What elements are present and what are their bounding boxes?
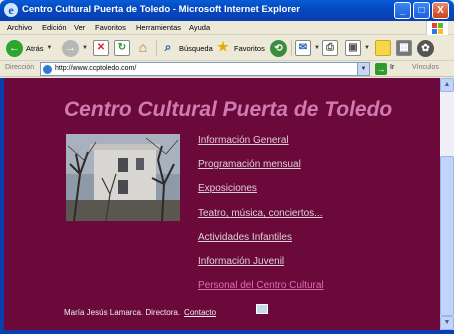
print-button[interactable]: ⎙: [322, 38, 338, 58]
menu-ver[interactable]: Ver: [74, 23, 85, 32]
search-label: Búsqueda: [179, 43, 213, 53]
vertical-scrollbar[interactable]: ▲ ▼: [440, 78, 454, 330]
stop-icon: ✕: [93, 40, 109, 56]
forward-button[interactable]: → ▼: [62, 38, 88, 58]
chevron-down-icon: ▼: [82, 45, 88, 51]
refresh-button[interactable]: ↻: [114, 38, 130, 58]
scroll-thumb[interactable]: [440, 156, 454, 316]
back-button[interactable]: ← Atrás ▼: [6, 38, 52, 58]
edit-button[interactable]: ▣ ▼: [345, 38, 370, 58]
home-button[interactable]: ⌂: [135, 38, 151, 58]
search-button[interactable]: ⌕ Búsqueda: [160, 38, 213, 58]
go-arrow-icon[interactable]: →: [375, 63, 387, 75]
maximize-button[interactable]: □: [413, 2, 430, 19]
menu-favoritos[interactable]: Favoritos: [95, 23, 126, 32]
windows-flag-icon: [426, 21, 448, 35]
mail-button[interactable]: ✉ ▼: [295, 38, 320, 58]
messenger-button[interactable]: ✿: [417, 38, 434, 58]
discuss-button[interactable]: [375, 38, 391, 58]
window-title: Centro Cultural Puerta de Toledo - Micro…: [22, 4, 300, 15]
history-icon: ⟲: [270, 39, 287, 57]
scroll-up-button[interactable]: ▲: [440, 78, 454, 92]
menu-herramientas[interactable]: Herramientas: [136, 23, 181, 32]
minimize-button[interactable]: _: [394, 2, 411, 19]
chevron-down-icon: ▼: [46, 45, 53, 51]
refresh-icon: ↻: [114, 40, 130, 56]
menu-ayuda[interactable]: Ayuda: [189, 23, 210, 32]
messenger-icon: ✿: [417, 39, 434, 57]
star-icon: ★: [217, 39, 229, 54]
forward-arrow-icon: →: [62, 39, 79, 57]
close-button[interactable]: X: [432, 2, 449, 19]
nav-actividades-infantiles[interactable]: Actividades Infantiles: [198, 232, 292, 243]
mail-icon[interactable]: [256, 304, 268, 314]
research-button[interactable]: ▦: [396, 38, 412, 58]
nav-exposiciones[interactable]: Exposiciones: [198, 183, 257, 194]
print-icon: ⎙: [322, 40, 338, 56]
window-titlebar[interactable]: e Centro Cultural Puerta de Toledo - Mic…: [0, 0, 454, 21]
mail-icon: ✉: [295, 40, 311, 56]
address-dropdown-button[interactable]: ▼: [357, 63, 369, 75]
go-button[interactable]: Ir: [390, 64, 394, 71]
back-label: Atrás: [26, 43, 44, 53]
address-label: Dirección: [5, 64, 35, 71]
back-arrow-icon: ←: [6, 39, 23, 57]
page-icon: [43, 65, 52, 74]
nav-personal-centro[interactable]: Personal del Centro Cultural: [198, 280, 324, 291]
favorites-button[interactable]: ★ Favoritos: [215, 38, 265, 58]
address-url: http://www.ccptoledo.com/: [55, 65, 137, 72]
folder-icon: [375, 40, 391, 56]
window-frame-bottom: [0, 330, 454, 334]
home-icon: ⌂: [138, 39, 148, 55]
history-button[interactable]: ⟲: [270, 38, 287, 58]
nav-informacion-general[interactable]: Información General: [198, 135, 289, 146]
address-bar: Dirección http://www.ccptoledo.com/ ▼ → …: [0, 61, 454, 77]
menu-archivo[interactable]: Archivo: [7, 23, 32, 32]
stop-button[interactable]: ✕: [93, 38, 109, 58]
nav-teatro-musica[interactable]: Teatro, música, conciertos...: [198, 208, 323, 219]
footer: María Jesús Lamarca. Directora. Contacto: [64, 308, 216, 317]
edit-icon: ▣: [345, 40, 361, 56]
address-input[interactable]: http://www.ccptoledo.com/ ▼: [40, 62, 370, 76]
nav-informacion-juvenil[interactable]: Información Juvenil: [198, 256, 284, 267]
search-icon: ⌕: [164, 40, 172, 54]
research-icon: ▦: [396, 40, 412, 56]
favorites-label: Favoritos: [234, 43, 265, 53]
nav-programacion-mensual[interactable]: Programación mensual: [198, 159, 301, 170]
menu-bar: Archivo Edición Ver Favoritos Herramient…: [0, 21, 454, 35]
ie-logo-icon: e: [4, 3, 18, 17]
contact-link[interactable]: Contacto: [184, 308, 216, 317]
chevron-down-icon: ▼: [364, 45, 370, 51]
page-title: Centro Cultural Puerta de Toledo: [64, 98, 393, 121]
building-photo: [66, 134, 180, 221]
scroll-down-button[interactable]: ▼: [440, 316, 454, 330]
footer-director-text: María Jesús Lamarca. Directora.: [64, 308, 181, 317]
page-content: Centro Cultural Puerta de Toledo Informa…: [4, 78, 440, 330]
menu-edicion[interactable]: Edición: [42, 23, 67, 32]
toolbar: ← Atrás ▼ → ▼ ✕ ↻ ⌂ ⌕ Búsqueda ★ Favorit…: [0, 35, 454, 61]
links-button[interactable]: Vínculos: [412, 64, 439, 71]
chevron-down-icon: ▼: [314, 45, 320, 51]
